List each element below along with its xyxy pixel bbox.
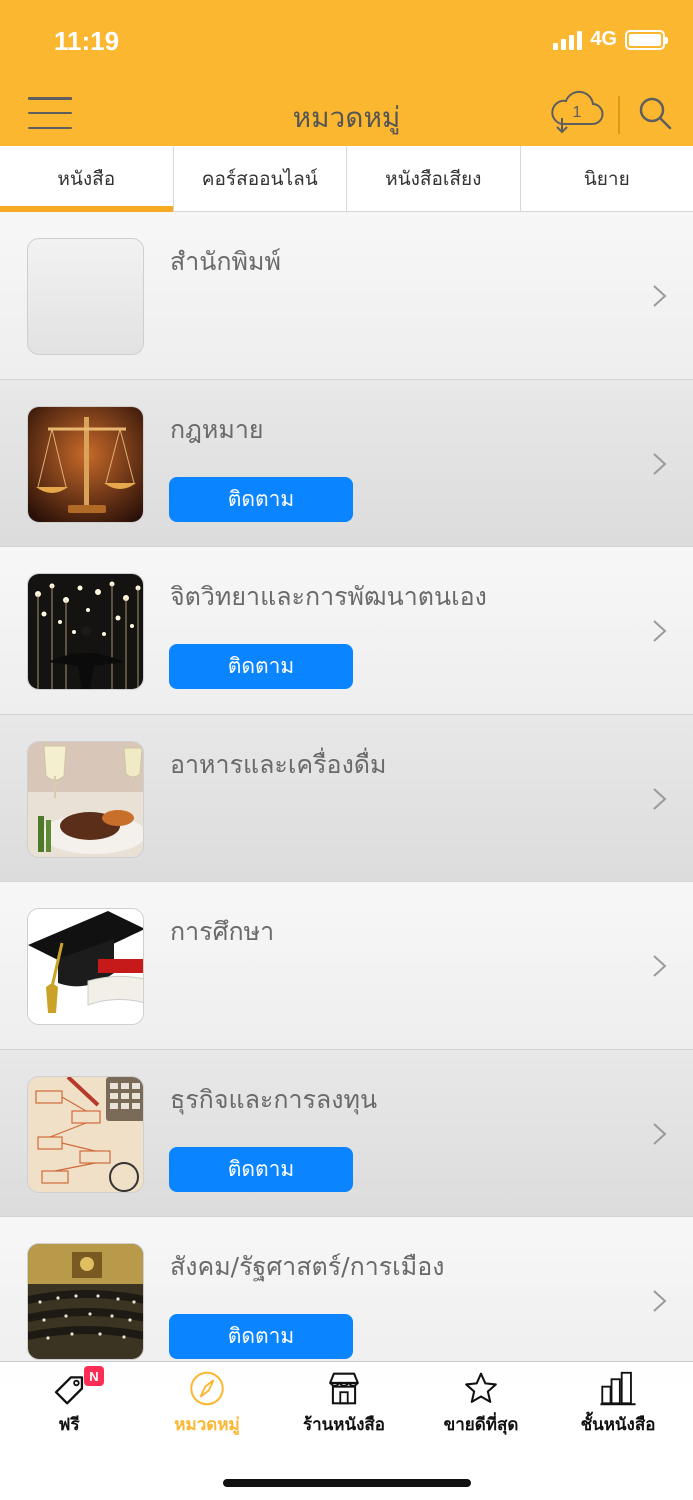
chevron-right-icon [653,955,667,977]
category-row-business[interactable]: ธุรกิจและการลงทุน ติดตาม [0,1049,693,1217]
cloud-download-icon[interactable]: 1 [548,90,604,134]
chevron-right-icon [653,1290,667,1312]
nav-label: ฟรี [58,1415,80,1435]
status-indicators: 4G [553,28,668,51]
category-row-education[interactable]: การศึกษา [0,882,693,1050]
star-icon [465,1372,497,1403]
category-thumbnail [27,573,144,690]
header-divider [618,96,620,134]
category-thumbnail [27,908,144,1025]
tag-icon [54,1376,84,1405]
category-title: สังคม/รัฐศาสตร์/การเมือง [170,1252,445,1281]
tab-books[interactable]: หนังสือ [0,146,173,212]
nav-label: ชั้นหนังสือ [580,1415,656,1435]
flowchart-calculator-image [28,1076,143,1192]
signal-icon [553,30,583,50]
category-row-law[interactable]: กฎหมาย ติดตาม [0,379,693,547]
status-time: 11:19 [54,26,120,56]
category-title: สำนักพิมพ์ [170,247,281,276]
tab-novels[interactable]: นิยาย [519,146,693,211]
nav-label: ขายดีที่สุด [443,1415,519,1435]
nav-label: ร้านหนังสือ [302,1415,385,1435]
compass-icon [190,1371,224,1406]
category-row-food-drink[interactable]: อาหารและเครื่องดื่ม [0,714,693,882]
nav-bookshelf[interactable]: ชั้นหนังสือ [549,1370,687,1438]
category-thumbnail [27,238,144,355]
tab-online-courses[interactable]: คอร์สออนไลน์ [172,146,347,211]
chevron-right-icon [653,1122,667,1145]
category-thumbnail [27,405,144,523]
category-row-psychology[interactable]: จิตวิทยาและการพัฒนาตนเอง ติดตาม [0,547,693,715]
tab-audiobooks[interactable]: หนังสือเสียง [346,146,520,211]
category-row-social-politics[interactable]: สังคม/รัฐศาสตร์/การเมือง ติดตาม [0,1217,693,1385]
store-icon [329,1372,359,1405]
follow-button[interactable]: ติดตาม [169,644,353,689]
chevron-right-icon [653,452,667,475]
follow-button[interactable]: ติดตาม [169,1146,353,1192]
home-indicator[interactable] [223,1479,471,1487]
category-title: จิตวิทยาและการพัฒนาตนเอง [170,582,487,611]
category-thumbnail [27,740,144,858]
network-type: 4G [590,28,617,50]
chevron-right-icon [653,285,667,307]
category-thumbnail [27,1075,144,1193]
category-list: สำนักพิมพ์ กฎหมาย ติดตาม จิตวิทยาและการพ… [0,212,693,1385]
category-title: การศึกษา [170,917,275,946]
search-icon[interactable] [638,96,672,130]
chevron-right-icon [653,620,667,642]
bookshelf-icon [600,1371,636,1406]
category-title: กฎหมาย [170,414,264,444]
category-title: ธุรกิจและการลงทุน [170,1084,378,1114]
person-among-lights-image [28,574,143,689]
follow-button[interactable]: ติดตาม [169,1314,353,1359]
scales-of-justice-image [28,406,143,522]
nav-bestsellers[interactable]: ขายดีที่สุด [412,1370,550,1438]
nav-categories[interactable]: หมวดหมู่ [138,1370,276,1438]
nav-label: หมวดหมู่ [174,1415,240,1435]
battery-icon [625,29,668,50]
category-row-publishers[interactable]: สำนักพิมพ์ [0,212,693,380]
category-title: อาหารและเครื่องดื่ม [170,749,387,779]
nav-bookstore[interactable]: ร้านหนังสือ [275,1370,413,1438]
new-badge: N [84,1366,104,1386]
category-thumbnail [27,1243,144,1360]
nav-free[interactable]: N ฟรี [0,1366,138,1438]
cloud-badge-count: 1 [573,104,582,121]
chevron-right-icon [653,787,667,810]
app-header: 11:19 4G หมวดหมู่ 1 [0,0,693,146]
food-and-wine-image [28,741,143,857]
graduation-cap-image [28,909,143,1024]
follow-button[interactable]: ติดตาม [169,476,353,522]
parliament-chamber-image [28,1244,143,1359]
category-tabs: หนังสือ คอร์สออนไลน์ หนังสือเสียง นิยาย [0,146,693,212]
